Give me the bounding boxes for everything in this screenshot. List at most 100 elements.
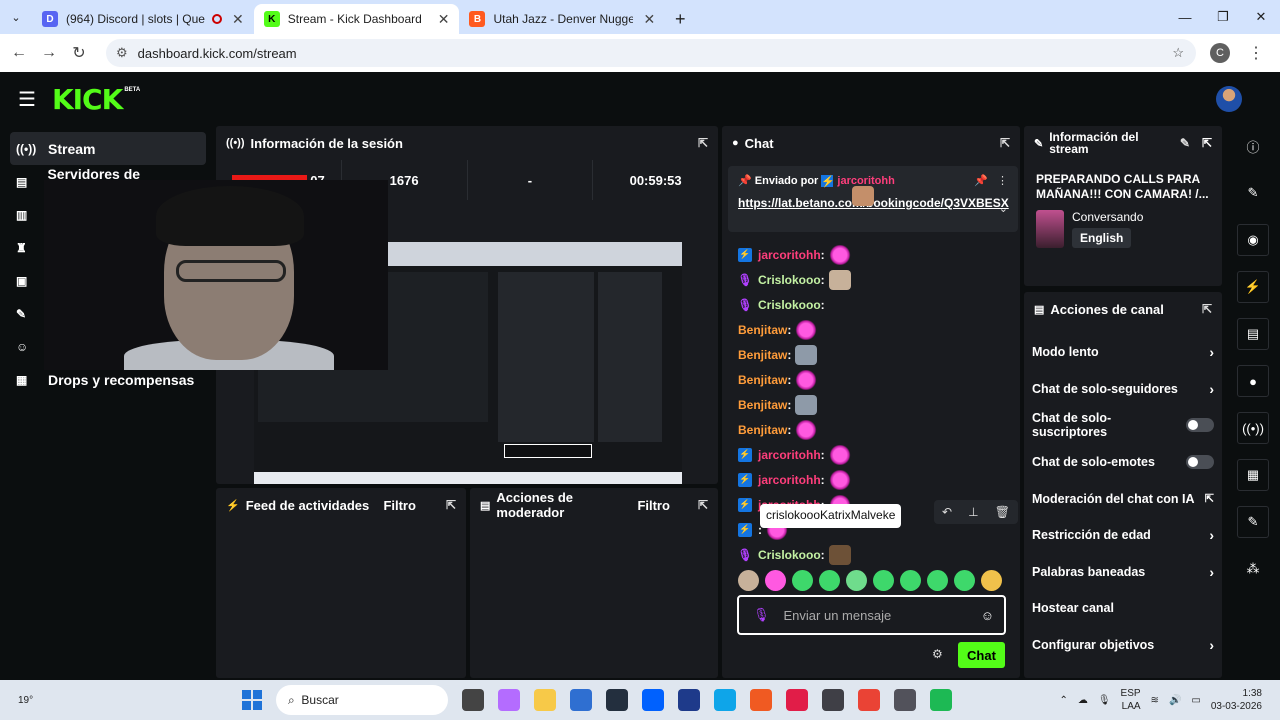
windows-start-icon[interactable] bbox=[242, 690, 262, 710]
chat-message[interactable]: 🎙 Crislokooo: bbox=[728, 267, 1018, 292]
channel-action-item[interactable]: Modo lento › bbox=[1024, 334, 1222, 371]
expand-icon[interactable]: ⇱ bbox=[446, 498, 456, 512]
wifi-icon[interactable]: ≋ bbox=[1151, 695, 1159, 706]
channel-action-item[interactable]: Moderación del chat con IA ⇱ bbox=[1024, 480, 1222, 517]
close-tab-icon[interactable]: ✕ bbox=[643, 11, 655, 28]
edge-icon[interactable] bbox=[714, 689, 736, 711]
expand-icon[interactable]: ⇱ bbox=[698, 136, 708, 150]
tab-kick-dashboard[interactable]: K Stream - Kick Dashboard ✕ bbox=[253, 4, 460, 34]
chat-message[interactable]: ⚡ jarcoritohh: bbox=[728, 467, 1018, 492]
wrench-icon[interactable]: ✎ bbox=[1237, 506, 1269, 538]
emote-pink[interactable] bbox=[795, 419, 818, 440]
language-indicator[interactable]: ESP LAA bbox=[1121, 687, 1141, 713]
channel-action-item[interactable]: Chat de solo-seguidores › bbox=[1024, 371, 1222, 408]
emote-dog[interactable] bbox=[795, 344, 818, 365]
chat-message[interactable]: ⚡ jarcoritohh: bbox=[728, 442, 1018, 467]
expand-icon[interactable]: ⇱ bbox=[1000, 136, 1010, 150]
weather-widget[interactable]: 19° bbox=[18, 695, 58, 706]
chat-username[interactable]: Benjitaw bbox=[738, 373, 787, 387]
close-tab-icon[interactable]: ✕ bbox=[232, 11, 244, 28]
chat-message[interactable]: Benjitaw: bbox=[728, 417, 1018, 442]
chat-username[interactable]: jarcoritohh bbox=[758, 248, 821, 262]
tab-utah-jazz[interactable]: B Utah Jazz - Denver Nuggets Ap ✕ bbox=[459, 4, 665, 34]
expand-icon[interactable]: ⇱ bbox=[1202, 136, 1212, 150]
chat-input[interactable]: 🎙 Enviar un mensaje ☺ bbox=[737, 595, 1006, 635]
chat-username[interactable]: Benjitaw bbox=[738, 348, 787, 362]
chat-message[interactable]: Benjitaw: bbox=[728, 317, 1018, 342]
new-tab-button[interactable]: + bbox=[665, 4, 695, 34]
layout-icon[interactable]: ▦ bbox=[1237, 459, 1269, 491]
sidebar-item-stream[interactable]: ((•)) Stream bbox=[10, 132, 206, 165]
amazon-icon[interactable] bbox=[606, 689, 628, 711]
emote-green[interactable] bbox=[927, 570, 948, 591]
emote-pink[interactable] bbox=[828, 244, 851, 265]
emote-shades[interactable] bbox=[828, 544, 851, 565]
edit-icon[interactable]: ✎ bbox=[1180, 136, 1190, 150]
chat-icon[interactable]: ● bbox=[1237, 365, 1269, 397]
emote-green[interactable] bbox=[792, 570, 813, 591]
emote-green[interactable] bbox=[819, 570, 840, 591]
channel-action-item[interactable]: Restricción de edad › bbox=[1024, 517, 1222, 554]
toggle-switch[interactable] bbox=[1186, 455, 1214, 470]
battery-icon[interactable]: ▭ bbox=[1191, 695, 1200, 706]
chat-settings-icon[interactable]: ⚙ bbox=[932, 647, 943, 661]
app-icon[interactable] bbox=[786, 689, 808, 711]
spotify-icon[interactable] bbox=[930, 689, 952, 711]
minimize-icon[interactable]: — bbox=[1166, 0, 1204, 34]
channel-action-item[interactable]: Chat de solo-suscriptores bbox=[1024, 407, 1222, 444]
volume-icon[interactable]: 🔊 bbox=[1169, 695, 1181, 706]
toggle-switch[interactable] bbox=[1186, 418, 1214, 433]
kick-logo[interactable]: KICK bbox=[52, 83, 123, 116]
bolt-icon[interactable]: ⚡ bbox=[1237, 271, 1269, 303]
user-avatar[interactable] bbox=[1216, 86, 1242, 112]
edit-icon[interactable]: ✎ bbox=[1237, 177, 1269, 209]
emote-cat[interactable] bbox=[738, 570, 759, 591]
chat-username[interactable]: Crislokooo bbox=[758, 298, 821, 312]
chat-message[interactable]: Benjitaw: bbox=[728, 392, 1018, 417]
menu-dots-icon[interactable]: ⋮ bbox=[1248, 43, 1264, 63]
emote-green[interactable] bbox=[954, 570, 975, 591]
emote-dog[interactable] bbox=[795, 394, 818, 415]
expand-icon[interactable]: ⇱ bbox=[1202, 302, 1212, 316]
taskbar-search[interactable]: ⌕ Buscar bbox=[276, 685, 448, 715]
filter-button[interactable]: Filtro bbox=[637, 498, 670, 513]
emote-green[interactable] bbox=[900, 570, 921, 591]
forward-icon[interactable]: → bbox=[34, 44, 64, 62]
chevron-up-icon[interactable]: ⌃ bbox=[1059, 695, 1067, 706]
bookmark-star-icon[interactable]: ☆ bbox=[1172, 45, 1184, 61]
chat-message[interactable]: Benjitaw: bbox=[728, 342, 1018, 367]
task-view-icon[interactable] bbox=[462, 689, 484, 711]
app-icon[interactable] bbox=[894, 689, 916, 711]
copilot-icon[interactable] bbox=[498, 689, 520, 711]
delete-icon[interactable]: 🗑 bbox=[995, 505, 1010, 519]
emote-face[interactable] bbox=[981, 570, 1002, 591]
chat-message[interactable]: ⚡ jarcoritohh: bbox=[728, 242, 1018, 267]
emote-cat[interactable] bbox=[828, 269, 851, 290]
emoji-icon[interactable]: ☺ bbox=[981, 608, 994, 623]
restore-icon[interactable]: ❐ bbox=[1204, 0, 1242, 34]
emote-green[interactable] bbox=[846, 570, 867, 591]
chat-username[interactable]: Crislokooo bbox=[758, 273, 821, 287]
clock[interactable]: 1:38 03-03-2026 bbox=[1211, 687, 1262, 713]
pinned-username[interactable]: jarcoritohh bbox=[837, 175, 894, 187]
broadcast-icon[interactable]: ((•)) bbox=[1237, 412, 1269, 444]
chat-message[interactable]: 🎙 Crislokooo: bbox=[728, 542, 1018, 567]
emote-pink[interactable] bbox=[795, 369, 818, 390]
pin-icon[interactable]: ⊥ bbox=[968, 505, 978, 519]
more-icon[interactable]: ⋮ bbox=[997, 175, 1008, 187]
mic-icon[interactable]: 🎙 bbox=[1098, 695, 1111, 706]
expand-icon[interactable]: ⇱ bbox=[698, 498, 708, 512]
tab-search-icon[interactable]: ⌄ bbox=[0, 0, 32, 34]
url-field[interactable]: ⚙ dashboard.kick.com/stream ☆ bbox=[106, 39, 1196, 67]
betano-icon[interactable] bbox=[750, 689, 772, 711]
channel-action-item[interactable]: Hostear canal bbox=[1024, 590, 1222, 627]
reply-icon[interactable]: ↶ bbox=[942, 505, 952, 519]
nodes-icon[interactable]: ⁂ bbox=[1237, 553, 1269, 585]
chevron-down-icon[interactable]: ⌄ bbox=[999, 202, 1008, 215]
booking-icon[interactable] bbox=[678, 689, 700, 711]
emote-pink[interactable] bbox=[828, 444, 851, 465]
reload-icon[interactable]: ↻ bbox=[64, 43, 94, 63]
camera-icon[interactable]: ◉ bbox=[1237, 224, 1269, 256]
site-info-icon[interactable]: ⚙ bbox=[116, 45, 128, 61]
back-icon[interactable]: ← bbox=[4, 44, 34, 62]
